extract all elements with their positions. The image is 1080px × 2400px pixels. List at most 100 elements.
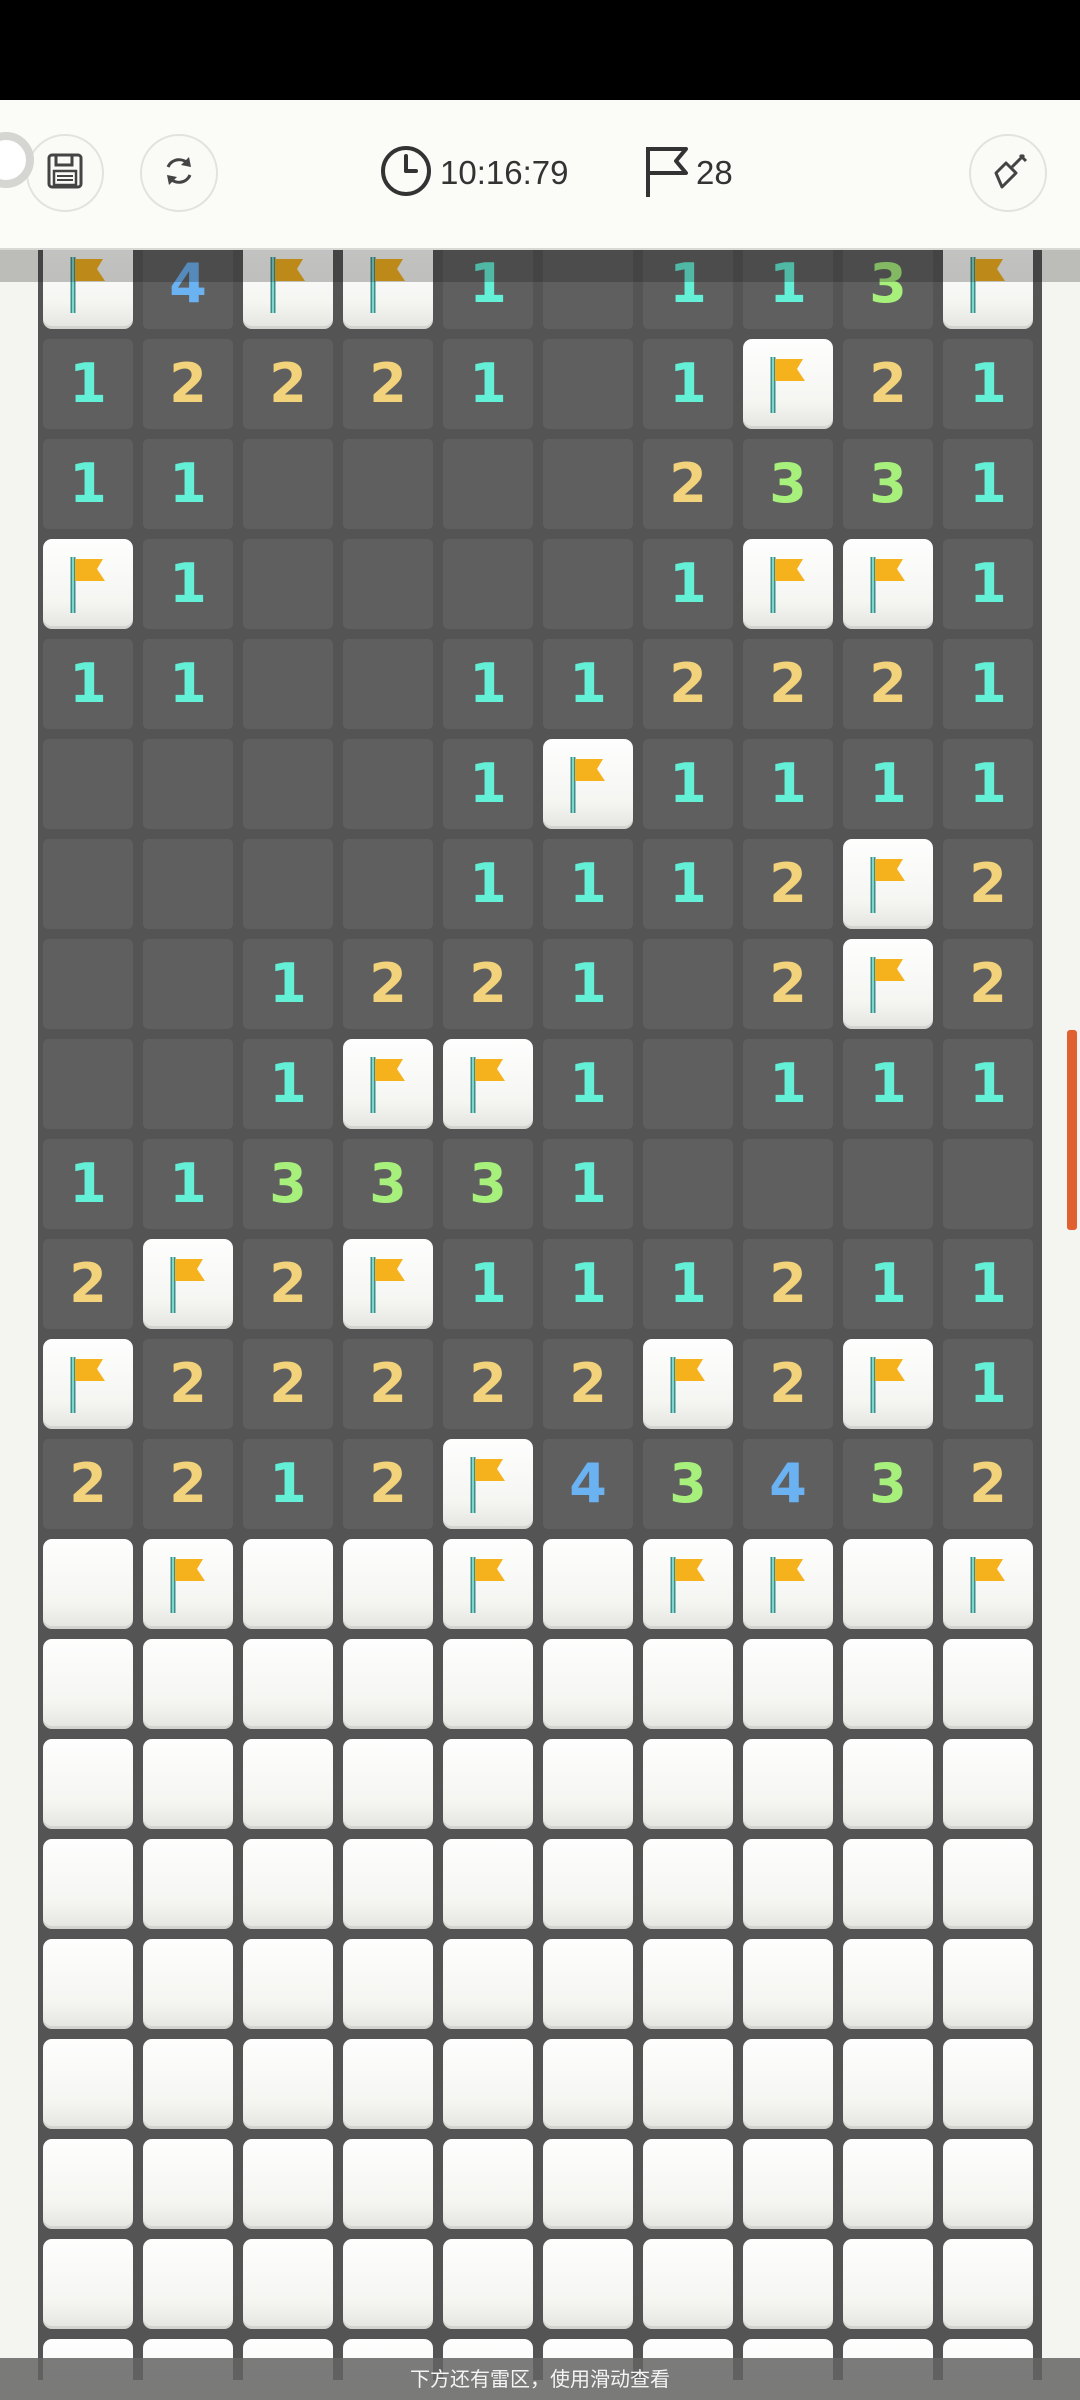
covered-cell[interactable] <box>443 1939 533 2029</box>
flagged-cell[interactable] <box>843 839 933 929</box>
covered-cell[interactable] <box>243 1839 333 1929</box>
flagged-cell[interactable] <box>743 339 833 429</box>
flagged-cell[interactable] <box>443 1039 533 1129</box>
revealed-cell[interactable] <box>243 639 333 729</box>
covered-cell[interactable] <box>743 2139 833 2229</box>
revealed-cell[interactable]: 2 <box>743 939 833 1029</box>
covered-cell[interactable] <box>143 1839 233 1929</box>
revealed-cell[interactable] <box>243 839 333 929</box>
covered-cell[interactable] <box>243 2139 333 2229</box>
covered-cell[interactable] <box>543 2039 633 2129</box>
revealed-cell[interactable]: 1 <box>143 639 233 729</box>
revealed-cell[interactable]: 2 <box>343 939 433 1029</box>
revealed-cell[interactable]: 1 <box>743 739 833 829</box>
covered-cell[interactable] <box>343 2139 433 2229</box>
flagged-cell[interactable] <box>643 1539 733 1629</box>
covered-cell[interactable] <box>843 1739 933 1829</box>
revealed-cell[interactable]: 2 <box>943 939 1033 1029</box>
covered-cell[interactable] <box>343 1739 433 1829</box>
covered-cell[interactable] <box>143 2239 233 2329</box>
covered-cell[interactable] <box>343 1539 433 1629</box>
covered-cell[interactable] <box>443 1639 533 1729</box>
revealed-cell[interactable]: 1 <box>543 1039 633 1129</box>
revealed-cell[interactable]: 2 <box>743 1339 833 1429</box>
covered-cell[interactable] <box>643 1639 733 1729</box>
revealed-cell[interactable]: 2 <box>643 639 733 729</box>
revealed-cell[interactable]: 2 <box>443 939 533 1029</box>
revealed-cell[interactable]: 1 <box>643 339 733 429</box>
revealed-cell[interactable]: 2 <box>943 1439 1033 1529</box>
covered-cell[interactable] <box>43 1739 133 1829</box>
revealed-cell[interactable] <box>43 839 133 929</box>
covered-cell[interactable] <box>743 2039 833 2129</box>
revealed-cell[interactable]: 3 <box>643 1439 733 1529</box>
covered-cell[interactable] <box>43 2039 133 2129</box>
covered-cell[interactable] <box>343 1639 433 1729</box>
covered-cell[interactable] <box>943 1839 1033 1929</box>
revealed-cell[interactable]: 2 <box>943 839 1033 929</box>
revealed-cell[interactable]: 2 <box>43 1439 133 1529</box>
covered-cell[interactable] <box>143 1639 233 1729</box>
revealed-cell[interactable]: 2 <box>343 339 433 429</box>
revealed-cell[interactable] <box>143 839 233 929</box>
covered-cell[interactable] <box>843 2039 933 2129</box>
revealed-cell[interactable]: 1 <box>943 1239 1033 1329</box>
flagged-cell[interactable] <box>743 539 833 629</box>
revealed-cell[interactable] <box>643 1039 733 1129</box>
revealed-cell[interactable]: 2 <box>743 1239 833 1329</box>
revealed-cell[interactable] <box>43 939 133 1029</box>
flagged-cell[interactable] <box>943 1539 1033 1629</box>
revealed-cell[interactable]: 1 <box>43 1139 133 1229</box>
covered-cell[interactable] <box>143 1739 233 1829</box>
revealed-cell[interactable]: 1 <box>543 639 633 729</box>
revealed-cell[interactable]: 1 <box>843 739 933 829</box>
revealed-cell[interactable]: 3 <box>443 1139 533 1229</box>
revealed-cell[interactable]: 1 <box>443 739 533 829</box>
covered-cell[interactable] <box>43 1939 133 2029</box>
revealed-cell[interactable]: 3 <box>743 439 833 529</box>
revealed-cell[interactable]: 1 <box>443 1239 533 1329</box>
revealed-cell[interactable]: 1 <box>643 739 733 829</box>
covered-cell[interactable] <box>843 2139 933 2229</box>
revealed-cell[interactable]: 2 <box>743 639 833 729</box>
covered-cell[interactable] <box>443 1739 533 1829</box>
revealed-cell[interactable]: 2 <box>443 1339 533 1429</box>
revealed-cell[interactable] <box>243 439 333 529</box>
revealed-cell[interactable]: 1 <box>843 1039 933 1129</box>
revealed-cell[interactable]: 1 <box>243 939 333 1029</box>
revealed-cell[interactable] <box>843 1139 933 1229</box>
flagged-cell[interactable] <box>143 1239 233 1329</box>
covered-cell[interactable] <box>943 2039 1033 2129</box>
covered-cell[interactable] <box>643 1839 733 1929</box>
covered-cell[interactable] <box>343 1839 433 1929</box>
revealed-cell[interactable]: 1 <box>743 1039 833 1129</box>
revealed-cell[interactable]: 3 <box>243 1139 333 1229</box>
revealed-cell[interactable]: 2 <box>143 1339 233 1429</box>
revealed-cell[interactable]: 2 <box>43 1239 133 1329</box>
covered-cell[interactable] <box>843 1839 933 1929</box>
flagged-cell[interactable] <box>443 1439 533 1529</box>
covered-cell[interactable] <box>443 2239 533 2329</box>
revealed-cell[interactable]: 3 <box>843 439 933 529</box>
revealed-cell[interactable] <box>343 739 433 829</box>
revealed-cell[interactable] <box>343 439 433 529</box>
restart-button[interactable] <box>140 134 218 212</box>
flagged-cell[interactable] <box>843 1339 933 1429</box>
revealed-cell[interactable] <box>243 739 333 829</box>
revealed-cell[interactable]: 1 <box>143 439 233 529</box>
covered-cell[interactable] <box>643 2239 733 2329</box>
flagged-cell[interactable] <box>343 1239 433 1329</box>
covered-cell[interactable] <box>643 1739 733 1829</box>
covered-cell[interactable] <box>943 2239 1033 2329</box>
flagged-cell[interactable] <box>543 739 633 829</box>
revealed-cell[interactable] <box>543 439 633 529</box>
covered-cell[interactable] <box>643 2039 733 2129</box>
covered-cell[interactable] <box>243 1939 333 2029</box>
covered-cell[interactable] <box>843 2239 933 2329</box>
revealed-cell[interactable]: 1 <box>143 539 233 629</box>
revealed-cell[interactable]: 2 <box>143 339 233 429</box>
covered-cell[interactable] <box>243 1639 333 1729</box>
save-button[interactable] <box>26 134 104 212</box>
revealed-cell[interactable]: 1 <box>943 739 1033 829</box>
revealed-cell[interactable] <box>943 1139 1033 1229</box>
